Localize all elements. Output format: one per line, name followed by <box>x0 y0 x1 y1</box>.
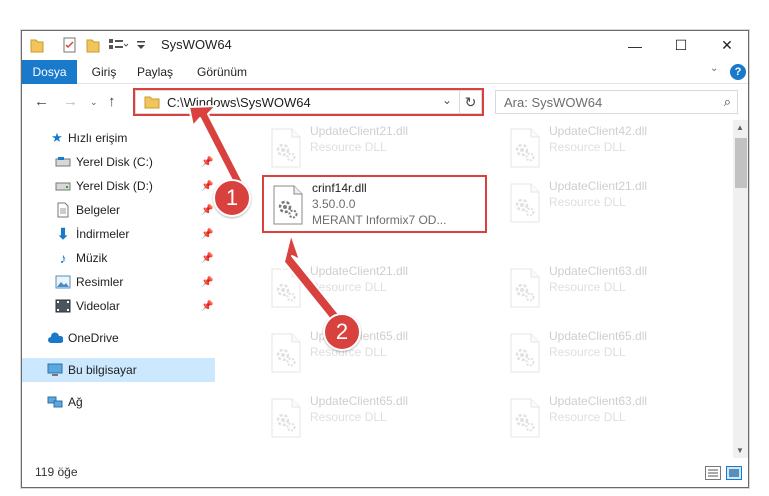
step-1-badge: 1 <box>213 179 251 217</box>
arrow-to-address-bar <box>188 105 245 189</box>
arrow-to-file <box>281 233 343 325</box>
annotation-arrows <box>188 105 343 325</box>
step-2-badge: 2 <box>323 313 361 351</box>
